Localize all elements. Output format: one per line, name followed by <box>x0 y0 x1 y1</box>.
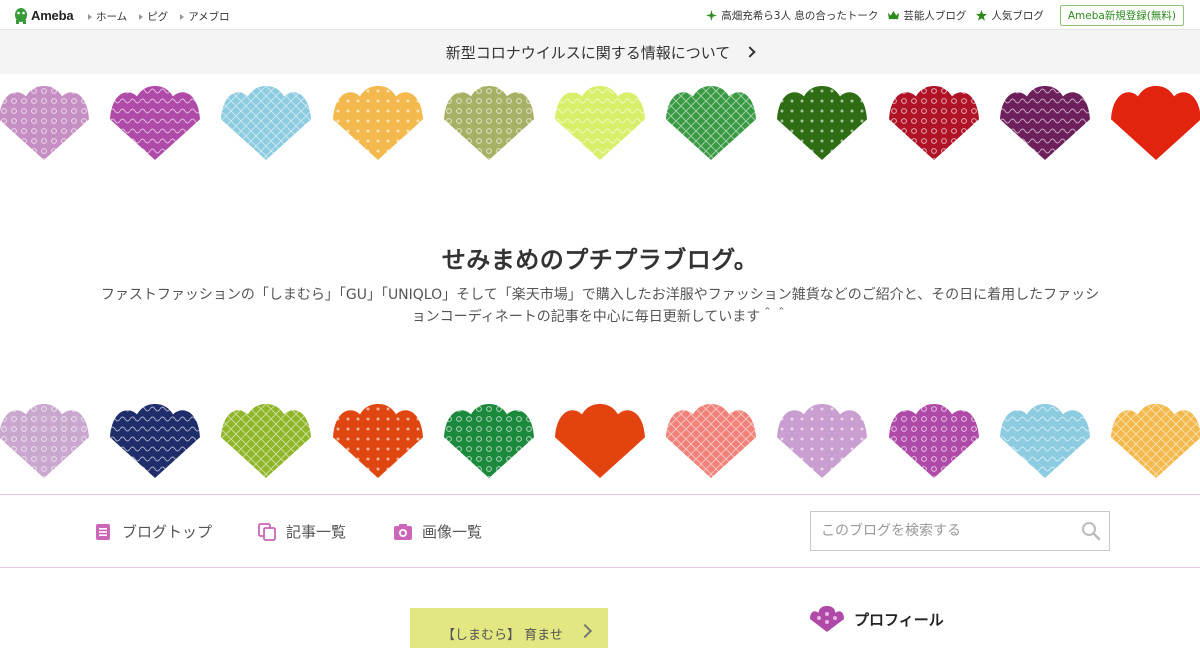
menu-image-list[interactable]: 画像一覧 <box>394 521 482 542</box>
blog-description: ファストファッションの「しまむら」「GU」「UNIQLO」そして「楽天市場」で購… <box>100 287 1100 325</box>
logo-text: Ameba <box>31 7 74 23</box>
star-icon <box>976 10 988 21</box>
header-pattern-row-bottom <box>0 404 1200 480</box>
popular-blog-link[interactable]: 人気ブログ <box>976 8 1044 23</box>
fan-pattern-tile <box>443 86 534 160</box>
topic-link[interactable]: 高畑充希ら3人 息の合ったトーク <box>706 8 878 23</box>
fan-pattern-tile <box>555 86 645 160</box>
camera-icon <box>394 523 412 540</box>
caret-icon <box>139 13 144 20</box>
menu-label: ブログトップ <box>122 523 213 541</box>
ameba-logo[interactable]: Ameba <box>14 6 74 24</box>
fan-pattern-tile <box>0 86 89 160</box>
caret-icon <box>180 13 185 20</box>
fan-pattern-tile <box>777 86 868 160</box>
celebrity-blog-link[interactable]: 芸能人ブログ <box>888 8 966 23</box>
covid-notice-banner[interactable]: 新型コロナウイルスに関する情報について <box>0 30 1200 74</box>
featured-article-title: 【しまむら】 育ませ <box>442 628 563 643</box>
menu-label: 記事一覧 <box>286 523 347 541</box>
fan-pattern-tile <box>0 404 89 478</box>
nav-ameblo[interactable]: アメブロ <box>180 9 230 24</box>
fan-pattern-tile <box>666 404 757 478</box>
fan-pattern-tile <box>332 404 423 478</box>
fan-pattern-tile <box>888 86 979 160</box>
profile-heading: プロフィール <box>854 610 944 629</box>
fan-pattern-tile <box>999 404 1090 478</box>
fan-pattern-tile <box>555 404 645 478</box>
nav-pigg[interactable]: ピグ <box>139 9 168 24</box>
nav-label: アメブロ <box>188 11 230 23</box>
fan-pattern-tile <box>221 86 312 160</box>
fan-pattern-tile <box>888 404 979 478</box>
fan-pattern-icon <box>810 606 844 632</box>
fan-pattern-tile <box>332 86 423 160</box>
sidebar-profile-heading: プロフィール <box>810 606 944 632</box>
copy-icon <box>258 522 276 541</box>
caret-icon <box>88 13 92 20</box>
fan-pattern-tile <box>1111 86 1200 160</box>
nav-home[interactable]: ホーム <box>88 9 127 24</box>
blog-menu-bar: ブログトップ 記事一覧 画像一覧 <box>0 494 1200 568</box>
notice-text: 新型コロナウイルスに関する情報について <box>445 43 731 62</box>
blog-search-input[interactable] <box>811 512 1071 550</box>
menu-article-list[interactable]: 記事一覧 <box>258 521 346 542</box>
global-header: Ameba ホーム ピグ アメブロ 高畑充希ら3人 息の合ったトーク 芸能人ブロ… <box>0 0 1200 30</box>
global-nav: ホーム ピグ アメブロ <box>88 9 230 24</box>
nav-label: ピグ <box>147 11 169 23</box>
topic-link-label: 高畑充希ら3人 息の合ったトーク <box>721 10 879 22</box>
blog-title[interactable]: せみまめのプチプラブログ。 <box>0 240 1200 275</box>
ameba-mascot-icon <box>15 8 27 24</box>
fan-pattern-tile <box>110 86 201 160</box>
signup-button[interactable]: Ameba新規登録(無料) <box>1059 5 1184 26</box>
fan-pattern-tile <box>1111 404 1200 478</box>
document-icon <box>96 523 110 540</box>
menu-label: 画像一覧 <box>422 523 483 541</box>
header-links: 高畑充希ら3人 息の合ったトーク 芸能人ブログ 人気ブログ Ameba新規登録(… <box>706 5 1184 26</box>
fan-pattern-tile <box>666 86 757 160</box>
search-icon[interactable] <box>1081 521 1101 541</box>
chevron-right-icon <box>744 46 756 58</box>
featured-article-card[interactable]: 【しまむら】 育ませ <box>410 608 608 648</box>
blog-search <box>810 511 1110 551</box>
fan-pattern-tile <box>110 404 201 478</box>
fan-pattern-tile <box>443 404 534 478</box>
popular-blog-label: 人気ブログ <box>991 10 1044 22</box>
nav-label: ホーム <box>96 11 128 23</box>
fan-pattern-tile <box>999 86 1090 160</box>
menu-blog-top[interactable]: ブログトップ <box>94 521 212 542</box>
fan-pattern-tile <box>221 404 312 478</box>
crown-icon <box>888 10 900 20</box>
fan-pattern-tile <box>777 404 868 478</box>
header-pattern-row-top <box>0 86 1200 162</box>
sparkle-icon <box>706 10 718 21</box>
chevron-right-icon <box>577 623 593 639</box>
celebrity-blog-label: 芸能人ブログ <box>903 10 967 22</box>
